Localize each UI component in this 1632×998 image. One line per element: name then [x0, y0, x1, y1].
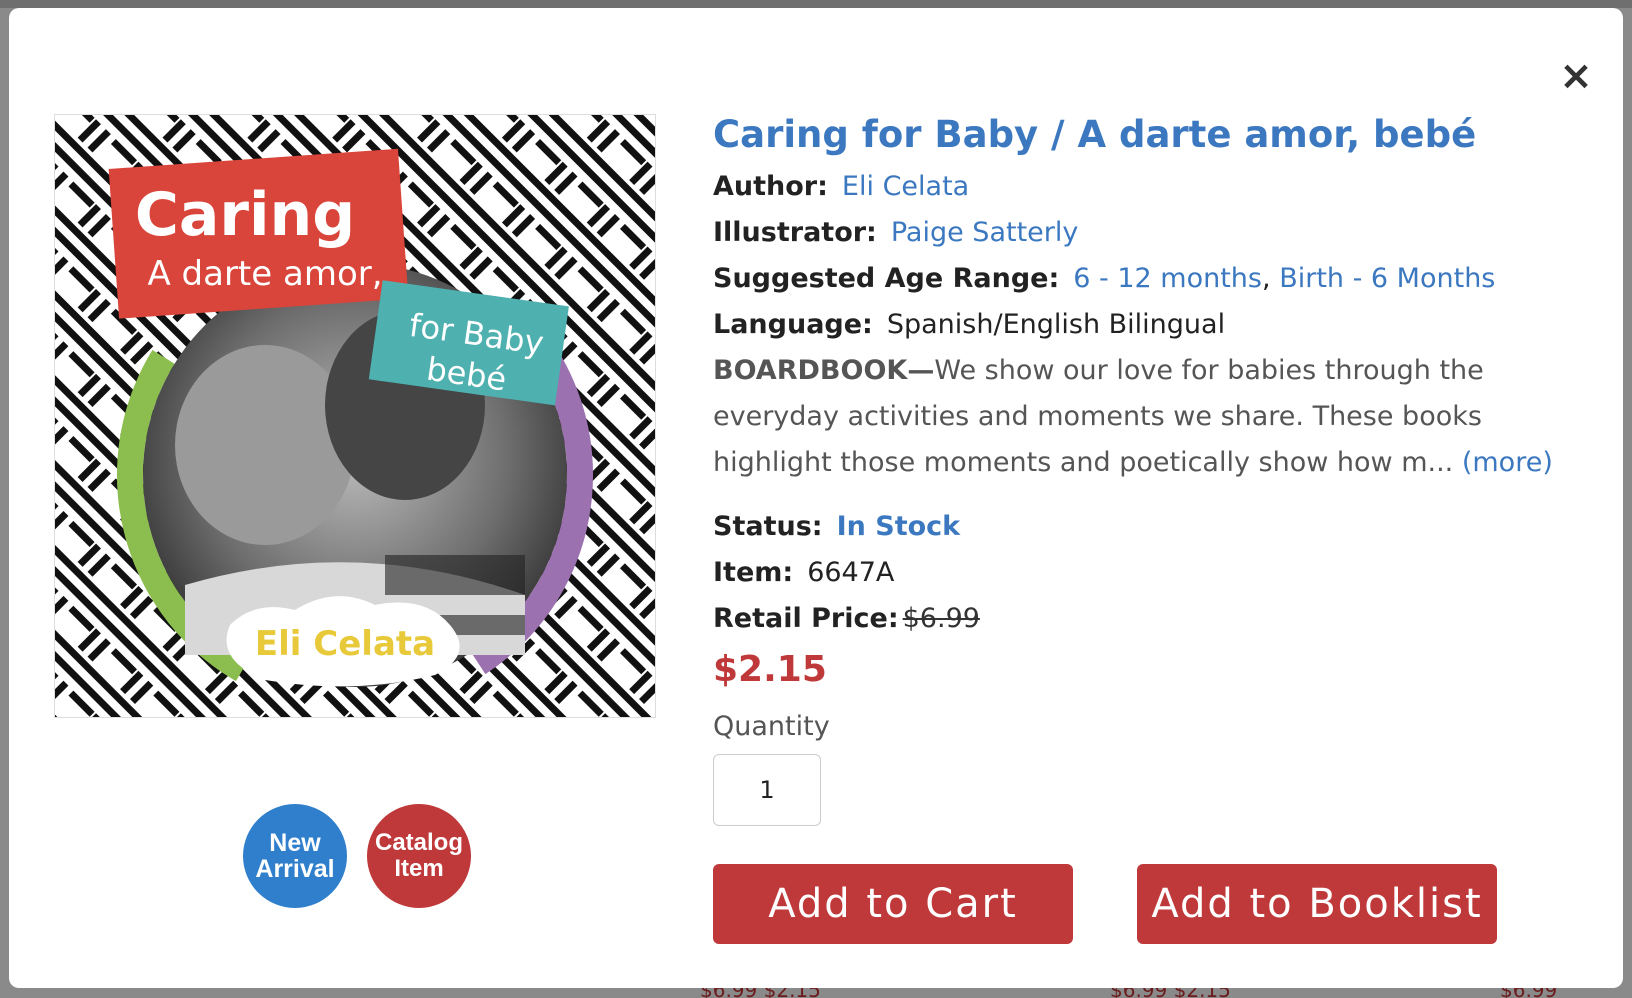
- book-cover-art: Caring A darte amor, for Baby bebé Eli C…: [55, 115, 655, 717]
- age-range-link[interactable]: 6 - 12 months: [1073, 263, 1262, 294]
- cover-title-top: Caring: [135, 180, 355, 250]
- add-to-cart-button[interactable]: Add to Cart: [713, 864, 1073, 944]
- status-badge: In Stock: [836, 511, 961, 542]
- age-range-row: Suggested Age Range: 6 - 12 months, Birth…: [713, 256, 1583, 302]
- add-to-booklist-button[interactable]: Add to Booklist: [1137, 864, 1497, 944]
- product-details: Caring for Baby / A darte amor, bebé Aut…: [713, 106, 1583, 826]
- status-label: Status:: [713, 511, 823, 542]
- status-row: Status: In Stock: [713, 504, 1583, 550]
- badge-text: Item: [394, 855, 444, 882]
- cover-title-es: A darte amor,: [147, 254, 382, 294]
- new-arrival-badge: New Arrival: [243, 804, 347, 908]
- language-row: Language: Spanish/English Bilingual: [713, 302, 1583, 348]
- cover-author: Eli Celata: [255, 624, 435, 664]
- illustrator-label: Illustrator:: [713, 217, 877, 248]
- author-link[interactable]: Eli Celata: [842, 171, 969, 202]
- book-cover-image: Caring A darte amor, for Baby bebé Eli C…: [54, 114, 656, 718]
- item-row: Item: 6647A: [713, 550, 1583, 596]
- illustrator-row: Illustrator: Paige Satterly: [713, 210, 1583, 256]
- item-label: Item:: [713, 557, 794, 588]
- product-description: BOARDBOOK—We show our love for babies th…: [713, 348, 1563, 486]
- retail-price: $6.99: [902, 603, 980, 634]
- action-buttons: Add to Cart Add to Booklist: [713, 864, 1513, 944]
- age-range-link[interactable]: Birth - 6 Months: [1279, 263, 1495, 294]
- badge-text: Catalog: [374, 829, 463, 856]
- badges: New Arrival Catalog Item: [243, 804, 483, 910]
- retail-price-row: Retail Price: $6.99: [713, 596, 1583, 642]
- sale-price: $2.15: [713, 649, 827, 690]
- item-number: 6647A: [807, 557, 895, 588]
- author-label: Author:: [713, 171, 828, 202]
- age-range-separator: ,: [1262, 263, 1271, 294]
- language-label: Language:: [713, 309, 873, 340]
- quantity-input[interactable]: [713, 754, 821, 826]
- product-title: Caring for Baby / A darte amor, bebé: [713, 113, 1477, 156]
- backdrop-top-strip: [0, 0, 1632, 8]
- product-quick-view-modal: × Caring A darte amor, for Baby bebé Eli…: [9, 8, 1623, 988]
- catalog-item-badge: Catalog Item: [367, 804, 471, 908]
- more-link[interactable]: (more): [1462, 447, 1553, 478]
- author-row: Author: Eli Celata: [713, 164, 1583, 210]
- language-value: Spanish/English Bilingual: [886, 309, 1226, 340]
- badge-text: Arrival: [255, 855, 335, 883]
- close-icon[interactable]: ×: [1559, 56, 1593, 96]
- age-range-label: Suggested Age Range:: [713, 263, 1060, 294]
- illustrator-link[interactable]: Paige Satterly: [891, 217, 1079, 248]
- badge-text: New: [269, 829, 321, 857]
- description-lead: BOARDBOOK—: [713, 355, 935, 386]
- quantity-label: Quantity: [713, 711, 830, 742]
- retail-price-label: Retail Price:: [713, 603, 899, 634]
